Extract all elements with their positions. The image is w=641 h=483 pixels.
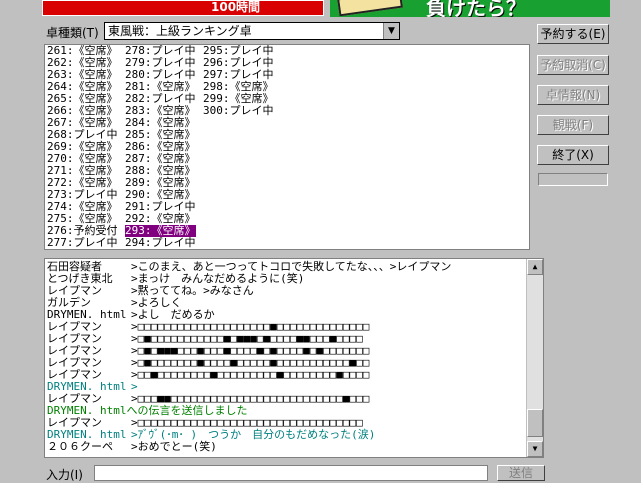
reserve-button[interactable]: 予約する(E)	[537, 24, 609, 44]
table-type-label: 卓種類(T)	[46, 26, 99, 40]
banner-right-text: 負けたら？	[426, 0, 526, 17]
table-list-column-2: 278:プレイ中 279:プレイ中 280:プレイ中 281:《空席》 282:プレイ中…	[125, 45, 196, 249]
watch-button[interactable]: 観戦(F)	[537, 115, 609, 135]
table-entry[interactable]: 294:プレイ中	[125, 237, 196, 249]
chat-message: >□□■□□□□□□□□■□□□□□□□□□■□□□□□□□□■□□□□	[131, 368, 370, 381]
chat-line: ２０６クーペ >おめでとー(笑)	[47, 441, 451, 453]
chat-lines: 石田容疑者 >このまえ、あと一つってトコロで失敗してたな、、、>レイプマン とつげき…	[47, 261, 451, 453]
table-list-column-3: 295:プレイ中 296:プレイ中 297:プレイ中 298:《空席》 299:《空席》…	[203, 45, 274, 117]
chat-scrollbar[interactable]: ▲ ▼	[526, 259, 543, 457]
chat-log[interactable]: 石田容疑者 >このまえ、あと一つってトコロで失敗してたな、、、>レイプマン とつげき…	[44, 258, 544, 458]
chat-message: >おめでとー(笑)	[131, 440, 217, 453]
table-entry[interactable]: 277:プレイ中	[47, 237, 118, 249]
top-banner: 100時間 負けたら？	[0, 0, 641, 18]
chat-line: レイプマン >黙っててね。>みなさん	[47, 285, 451, 297]
cancel-reservation-button[interactable]: 予約取消(C)	[537, 55, 609, 75]
chat-name: ２０６クーペ	[47, 440, 113, 453]
dropdown-arrow-icon[interactable]: ▼	[383, 23, 399, 39]
input-label: 入力(I)	[46, 468, 83, 482]
exit-button[interactable]: 終了(X)	[537, 145, 609, 165]
scroll-down-icon[interactable]: ▼	[527, 441, 543, 457]
table-list[interactable]: 261:《空席》 262:《空席》 263:《空席》 264:《空席》 265:《空席》…	[44, 44, 530, 250]
status-panel	[538, 173, 608, 186]
banner-ad-right: 負けたら？	[330, 0, 610, 17]
table-info-button[interactable]: 卓情報(N)	[537, 85, 609, 105]
banner-left-text: 100時間	[211, 0, 261, 14]
table-list-column-1: 261:《空席》 262:《空席》 263:《空席》 264:《空席》 265:《空席》…	[47, 45, 118, 249]
table-type-select[interactable]: 東風戦：上級ランキング卓 ▼	[104, 22, 400, 40]
banner-sign-image	[337, 0, 403, 17]
scroll-up-icon[interactable]: ▲	[527, 259, 543, 275]
scroll-thumb[interactable]	[527, 409, 543, 437]
table-type-value: 東風戦：上級ランキング卓	[108, 24, 252, 38]
table-entry[interactable]: 300:プレイ中	[203, 105, 274, 117]
banner-ad-left: 100時間	[42, 0, 324, 16]
